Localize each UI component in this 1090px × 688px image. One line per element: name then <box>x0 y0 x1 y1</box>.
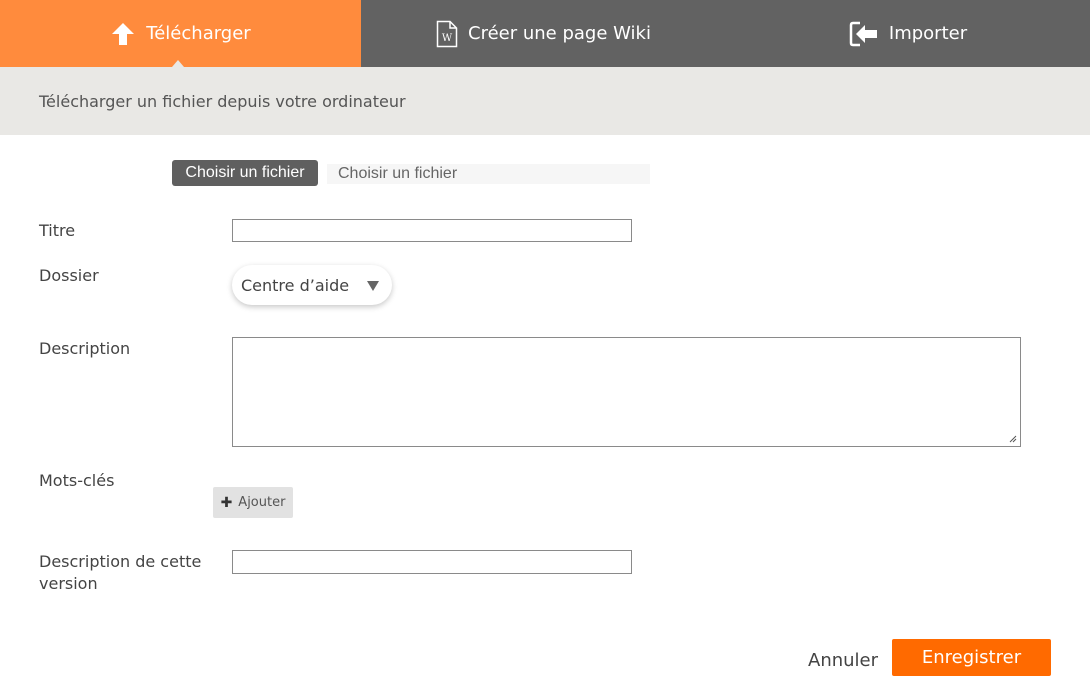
folder-selected-value: Centre d’aide <box>241 275 350 295</box>
version-description-input[interactable] <box>232 550 632 574</box>
title-input[interactable] <box>232 219 632 242</box>
tab-wiki[interactable]: W Créer une page Wiki <box>361 0 726 67</box>
import-icon <box>849 21 879 47</box>
svg-text:W: W <box>442 33 453 44</box>
subheader-text: Télécharger un fichier depuis votre ordi… <box>39 91 406 111</box>
tab-wiki-label: Créer une page Wiki <box>468 23 651 44</box>
description-label: Description <box>39 339 131 358</box>
active-tab-caret <box>172 60 184 67</box>
cancel-button[interactable]: Annuler <box>808 650 878 671</box>
folder-select[interactable]: Centre d’aide <box>232 265 392 305</box>
upload-subheader: Télécharger un fichier depuis votre ordi… <box>0 67 1090 135</box>
description-textarea[interactable] <box>232 337 1021 447</box>
keywords-label: Mots-clés <box>39 471 115 490</box>
plus-icon: ✚ <box>220 494 233 511</box>
tab-bar: Télécharger W Créer une page Wiki Import… <box>0 0 1090 67</box>
choose-file-button[interactable]: Choisir un fichier <box>172 160 318 186</box>
add-keyword-label: Ajouter <box>238 495 286 510</box>
arrow-up-icon <box>110 21 136 47</box>
title-label: Titre <box>39 221 76 240</box>
tab-upload-label: Télécharger <box>146 23 251 44</box>
selected-file-text: Choisir un fichier <box>327 164 650 184</box>
tab-upload[interactable]: Télécharger <box>0 0 361 67</box>
folder-label: Dossier <box>39 266 99 285</box>
tab-import-label: Importer <box>888 23 968 44</box>
save-button[interactable]: Enregistrer <box>892 639 1051 676</box>
add-keyword-button[interactable]: ✚ Ajouter <box>213 487 293 518</box>
version-description-label: Description de cette version <box>39 552 202 593</box>
tab-import[interactable]: Importer <box>726 0 1090 67</box>
wiki-page-icon: W <box>436 20 458 48</box>
dropdown-arrow-icon <box>367 281 379 291</box>
resize-handle-icon[interactable] <box>1009 435 1017 443</box>
